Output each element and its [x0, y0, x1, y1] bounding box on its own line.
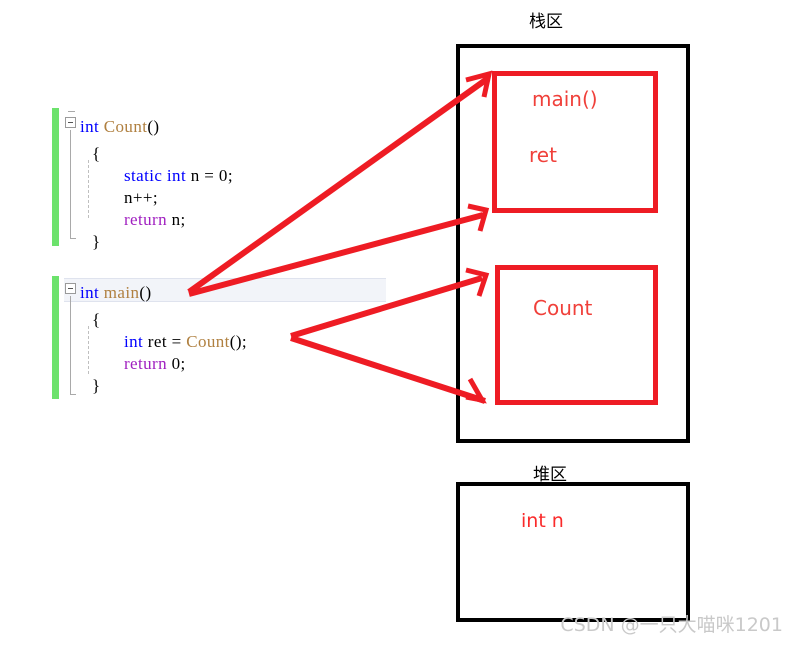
indent-guide-count — [88, 160, 89, 218]
code-line: { — [92, 145, 101, 162]
code-line: } — [92, 377, 101, 394]
code-token: ret = — [143, 332, 187, 351]
code-token: 0; — [167, 354, 186, 373]
code-token: () — [139, 283, 152, 302]
csdn-watermark: CSDN @一只大喵咪1201 — [560, 614, 783, 636]
code-token: int — [124, 332, 144, 351]
code-token: main — [103, 283, 140, 302]
fold-bracket-foot-count — [70, 238, 76, 239]
change-bar-count — [52, 108, 59, 246]
code-line: int Count() — [80, 118, 159, 135]
code-token: return — [124, 210, 167, 229]
code-token: { — [92, 144, 101, 163]
heap-label-int-n: int n — [521, 510, 564, 532]
code-token: } — [92, 376, 101, 395]
stack-frame-main-label-0: main() — [532, 87, 598, 111]
stack-frame-count-label-0: Count — [533, 296, 593, 320]
code-token: int — [80, 283, 104, 302]
stack-region-title: 栈区 — [529, 12, 563, 32]
code-line: return 0; — [124, 355, 186, 372]
code-line: n++; — [124, 189, 158, 206]
code-token: Count — [103, 117, 148, 136]
heap-region-box — [456, 482, 690, 622]
code-token: (); — [229, 332, 248, 351]
code-token: } — [92, 232, 101, 251]
code-token: n = 0; — [186, 166, 233, 185]
fold-tick — [68, 111, 75, 112]
code-token: static int — [124, 166, 187, 185]
code-line: { — [92, 311, 101, 328]
stack-frame-count — [495, 265, 658, 405]
code-line: } — [92, 233, 101, 250]
code-editor-pane[interactable]: int Count(){static int n = 0; n++; return … — [52, 100, 386, 405]
code-token: Count — [186, 332, 230, 351]
fold-bracket-count — [70, 130, 71, 238]
collapse-toggle-count[interactable] — [65, 117, 76, 128]
collapse-toggle-main[interactable] — [65, 283, 76, 294]
fold-bracket-main — [70, 296, 71, 394]
code-line: int ret = Count(); — [124, 333, 247, 350]
code-line: int main() — [80, 284, 152, 301]
change-bar-main — [52, 276, 59, 399]
code-token: return — [124, 354, 167, 373]
code-line: return n; — [124, 211, 186, 228]
code-token: { — [92, 310, 101, 329]
code-token: () — [147, 117, 160, 136]
code-token: n; — [167, 210, 186, 229]
code-token: n++; — [124, 188, 158, 207]
indent-guide-main — [88, 326, 89, 374]
fold-bracket-foot-main — [70, 394, 76, 395]
code-token: int — [80, 117, 104, 136]
code-line: static int n = 0; — [124, 167, 233, 184]
stack-frame-main-label-1: ret — [529, 143, 557, 167]
